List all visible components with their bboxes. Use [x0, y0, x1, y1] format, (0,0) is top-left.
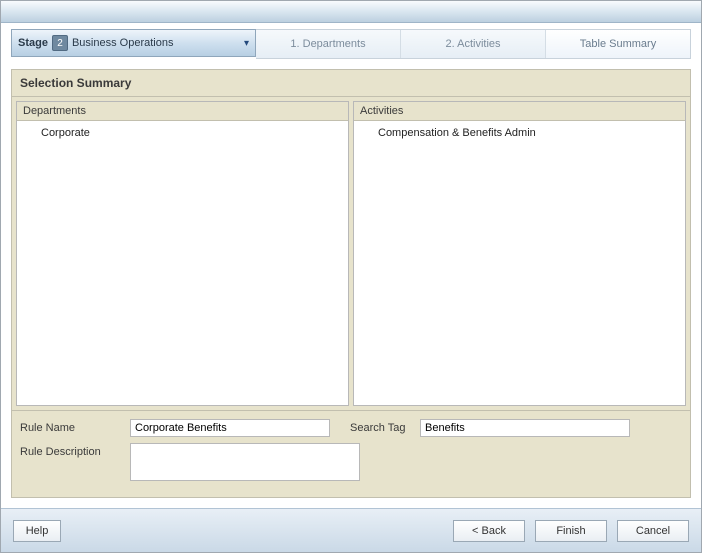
form-row-rule-name: Rule Name Search Tag [20, 419, 682, 437]
main-panel: Selection Summary Departments Corporate … [11, 69, 691, 498]
titlebar [1, 1, 701, 23]
list-item[interactable]: Compensation & Benefits Admin [354, 125, 685, 141]
rule-description-input[interactable] [130, 443, 360, 481]
list-item[interactable]: Corporate [17, 125, 348, 141]
form-area: Rule Name Search Tag Rule Description [12, 410, 690, 497]
form-row-rule-desc: Rule Description [20, 443, 682, 481]
rule-name-input[interactable] [130, 419, 330, 437]
stage-number-badge: 2 [52, 35, 68, 51]
breadcrumb-departments[interactable]: 1. Departments [256, 30, 401, 58]
breadcrumb-activities[interactable]: 2. Activities [401, 30, 546, 58]
activities-list: Compensation & Benefits Admin [354, 121, 685, 405]
activities-column: Activities Compensation & Benefits Admin [353, 101, 686, 406]
breadcrumb-table-summary[interactable]: Table Summary [546, 30, 690, 58]
departments-list: Corporate [17, 121, 348, 405]
chevron-down-icon: ▾ [244, 38, 249, 49]
footer: Help < Back Finish Cancel [1, 508, 701, 552]
dialog-window: Stage 2 Business Operations ▾ 1. Departm… [0, 0, 702, 553]
stage-row: Stage 2 Business Operations ▾ 1. Departm… [11, 29, 691, 59]
stage-text: Business Operations [72, 37, 174, 49]
help-button[interactable]: Help [13, 520, 61, 542]
activities-header: Activities [354, 102, 685, 121]
cancel-button[interactable]: Cancel [617, 520, 689, 542]
columns: Departments Corporate Activities Compens… [12, 97, 690, 410]
departments-header: Departments [17, 102, 348, 121]
search-tag-label: Search Tag [330, 419, 420, 434]
section-title: Selection Summary [12, 70, 690, 97]
back-button[interactable]: < Back [453, 520, 525, 542]
stage-label: Stage [18, 37, 48, 49]
rule-name-label: Rule Name [20, 419, 130, 434]
stage-dropdown[interactable]: Stage 2 Business Operations ▾ [11, 29, 256, 57]
search-tag-input[interactable] [420, 419, 630, 437]
rule-description-label: Rule Description [20, 443, 130, 458]
breadcrumb-bar: 1. Departments 2. Activities Table Summa… [256, 29, 691, 59]
departments-column: Departments Corporate [16, 101, 349, 406]
finish-button[interactable]: Finish [535, 520, 607, 542]
